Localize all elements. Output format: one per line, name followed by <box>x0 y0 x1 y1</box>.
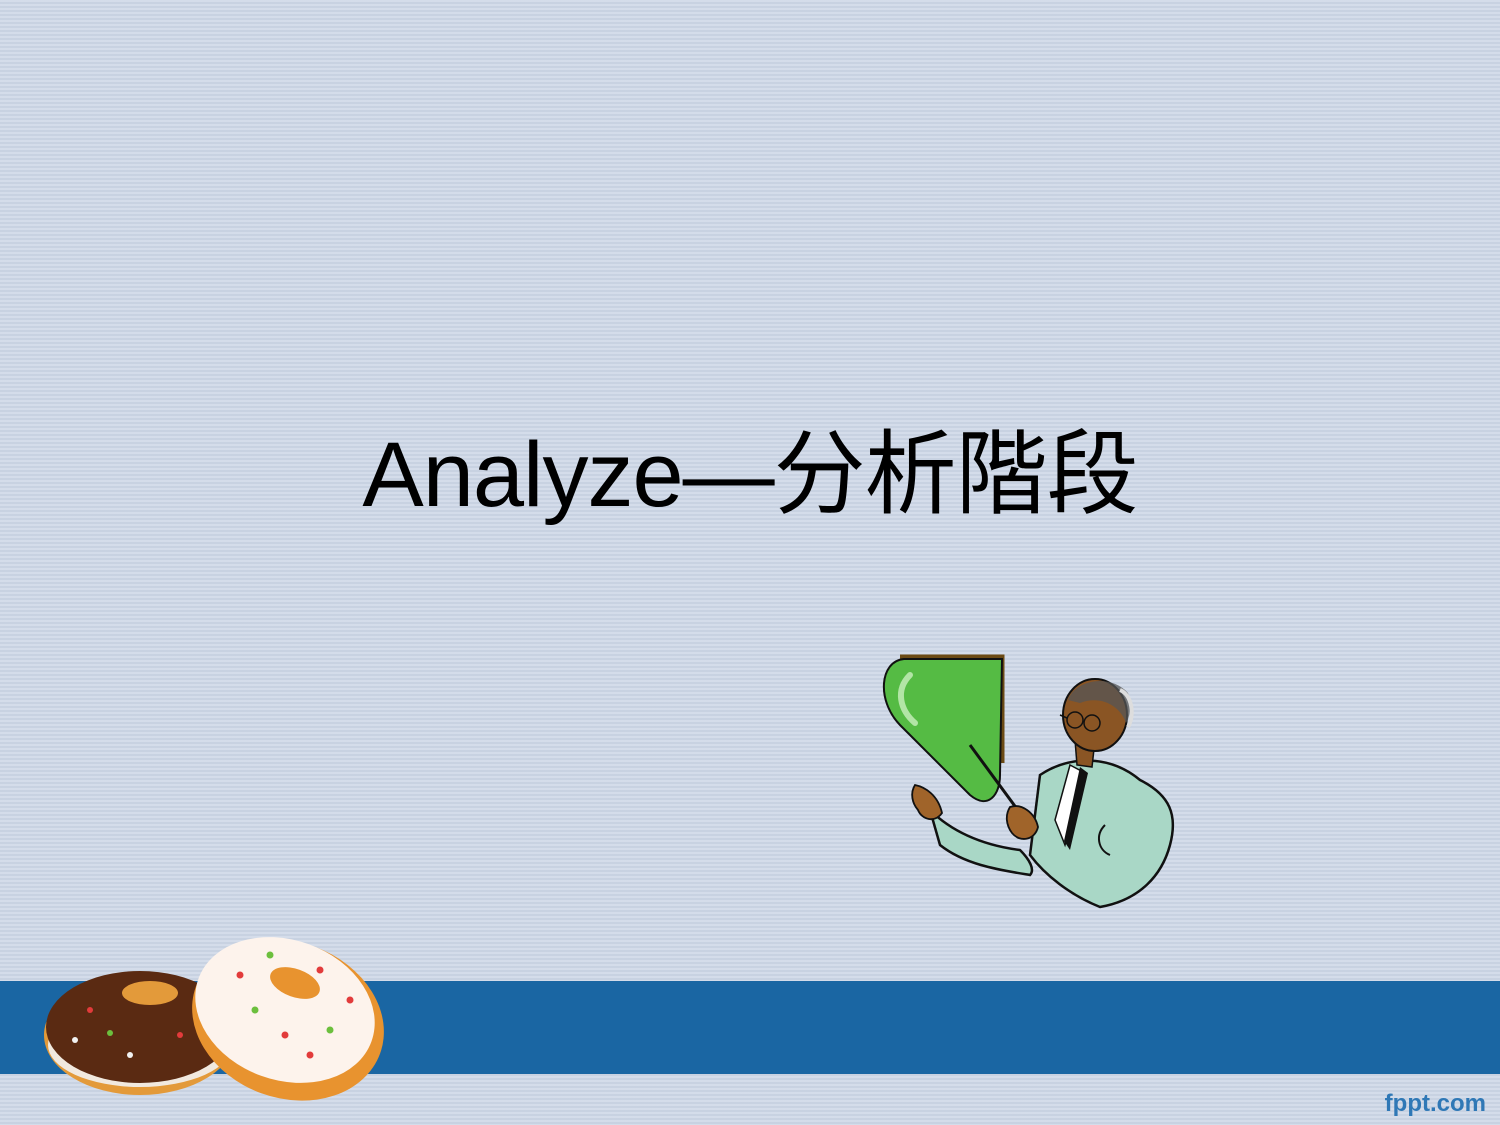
brand-footer: fppt.com <box>1384 1090 1486 1117</box>
glazed-donut <box>192 937 384 1101</box>
board-shape <box>883 658 1004 803</box>
jacket <box>1028 759 1175 909</box>
right-hand <box>1005 805 1039 840</box>
slide-title: Analyze—分析階段 <box>362 424 1138 526</box>
left-hand <box>911 783 943 820</box>
slide: Analyze—分析階段 fppt.com <box>0 0 1500 1125</box>
donuts-clipart <box>44 937 384 1101</box>
teacher-clipart <box>883 654 1175 909</box>
